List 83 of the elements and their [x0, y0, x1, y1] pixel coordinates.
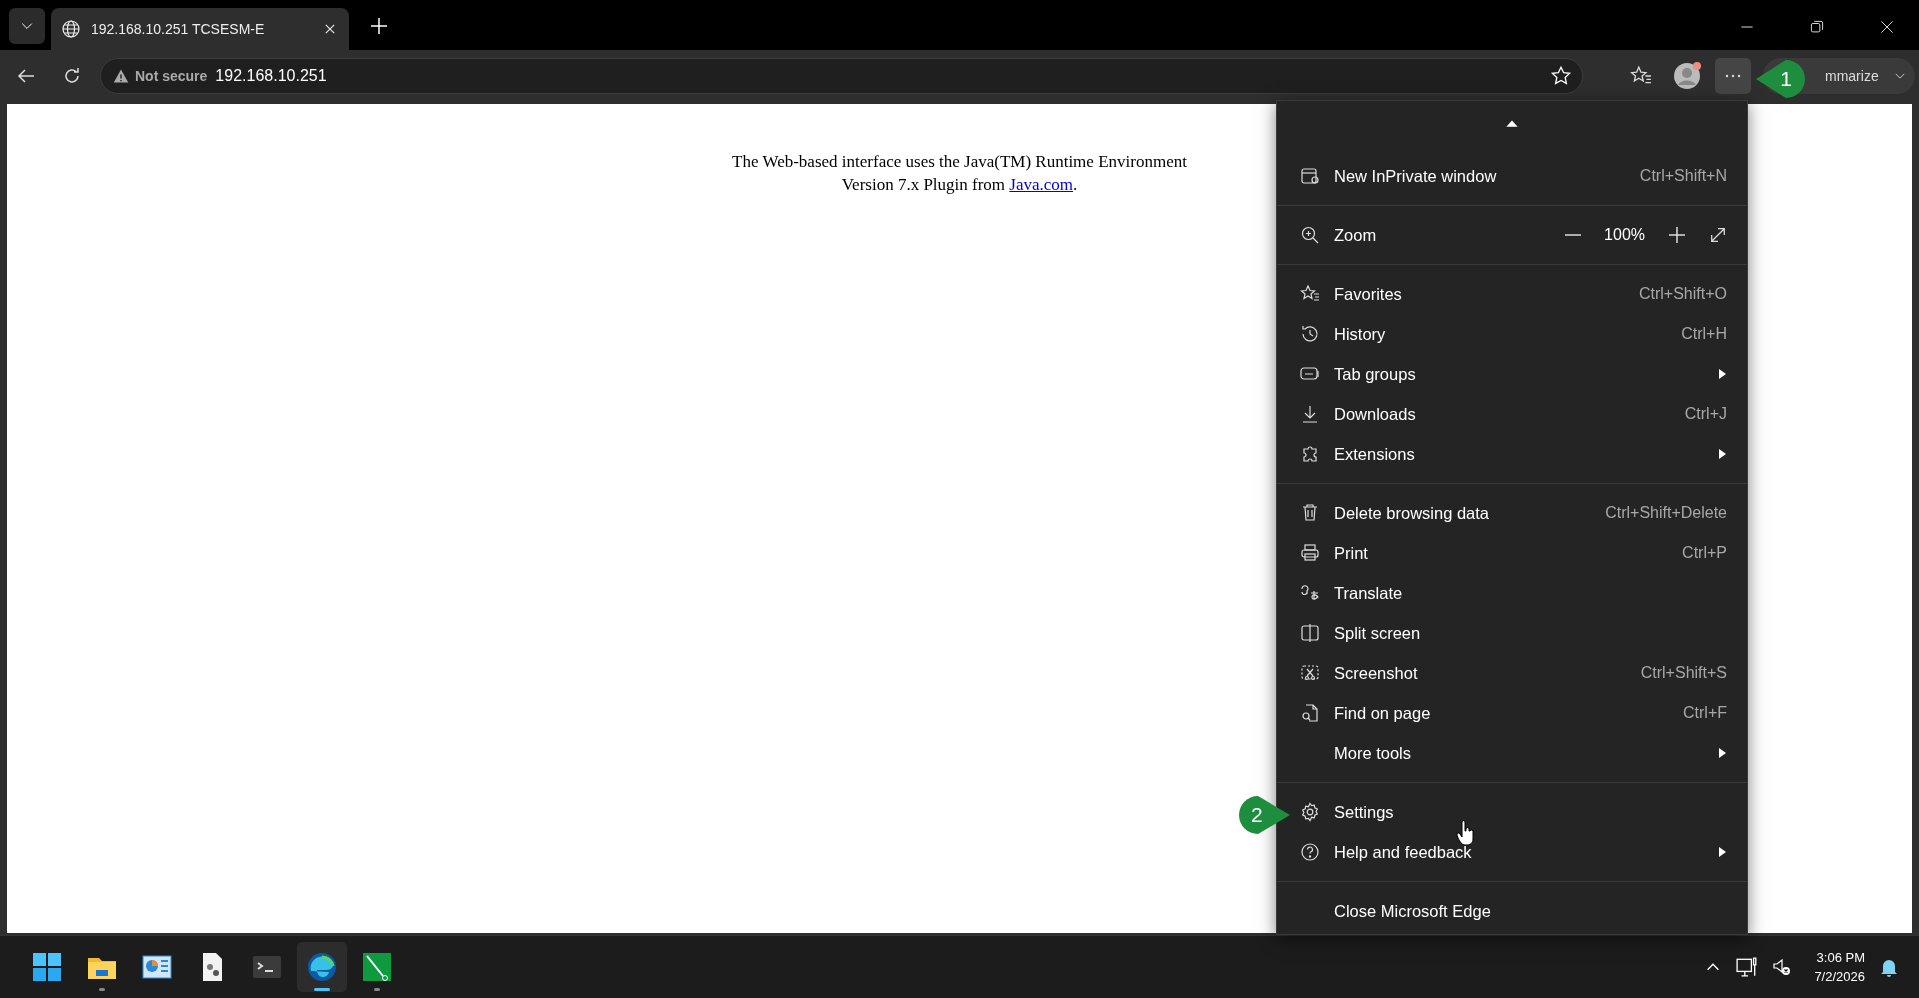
- menu-label: Settings: [1334, 802, 1395, 822]
- find-icon: [1300, 703, 1320, 723]
- menu-item[interactable]: New InPrivate window Ctrl+Shift+N: [1277, 156, 1747, 196]
- clock-time: 3:06 PM: [1816, 949, 1865, 967]
- menu-item[interactable]: Downloads Ctrl+J: [1277, 394, 1747, 434]
- zoom-level: 100%: [1604, 226, 1645, 244]
- close-icon: [1880, 20, 1894, 34]
- menu-label: Downloads: [1334, 404, 1417, 424]
- edge-icon: [306, 951, 338, 983]
- hand-cursor-icon: [1456, 820, 1476, 846]
- trash-icon: [1300, 503, 1320, 523]
- start-icon: [31, 951, 63, 983]
- zoom-in-icon: [1667, 225, 1687, 245]
- shortcut-text: Ctrl+Shift+O: [1638, 285, 1727, 303]
- refresh-icon: [62, 66, 82, 86]
- menu-label: Split screen: [1334, 623, 1422, 643]
- muted-speaker-icon: [1772, 957, 1793, 977]
- menu-item[interactable]: Tab groups: [1277, 354, 1747, 394]
- bell-icon: [1879, 957, 1899, 977]
- shortcut-text: Ctrl+Shift+Delete: [1605, 504, 1727, 522]
- shortcut-text: Ctrl+Shift+S: [1640, 664, 1727, 682]
- avatar-icon: [1672, 61, 1702, 91]
- url-text: 192.168.10.251: [215, 67, 328, 85]
- screwdriver-icon: [361, 951, 393, 983]
- menu-item[interactable]: Delete browsing data Ctrl+Shift+Delete: [1277, 493, 1747, 533]
- menu-label: Zoom: [1334, 225, 1378, 245]
- zoom-icon: [1300, 225, 1320, 245]
- menu-label: Find on page: [1334, 703, 1432, 723]
- menu-label: Tab groups: [1334, 364, 1417, 384]
- favorites-icon: [1300, 284, 1320, 304]
- gear-icon: [1300, 802, 1320, 822]
- menu-label: New InPrivate window: [1334, 166, 1498, 186]
- menu-label: Screenshot: [1334, 663, 1419, 683]
- menu-label: Favorites: [1334, 284, 1403, 304]
- menu-item[interactable]: Translate: [1277, 573, 1747, 613]
- globe-icon: [61, 19, 81, 39]
- star-icon: [1550, 65, 1572, 87]
- menu-label: Print: [1334, 543, 1369, 563]
- menu-label: Delete browsing data: [1334, 503, 1490, 523]
- menu-item[interactable]: Find on page Ctrl+F: [1277, 693, 1747, 733]
- menu-label: Extensions: [1334, 444, 1416, 464]
- restore-icon: [1810, 20, 1824, 34]
- shortcut-text: Ctrl+P: [1682, 544, 1727, 562]
- taskbar-app[interactable]: [297, 942, 347, 992]
- menu-label: Help and feedback: [1334, 842, 1473, 862]
- menu-item[interactable]: Screenshot Ctrl+Shift+S: [1277, 653, 1747, 693]
- shortcut-text: Ctrl+H: [1681, 325, 1727, 343]
- close-icon: [323, 22, 337, 36]
- menu-item[interactable]: Settings: [1277, 792, 1747, 832]
- address-bar[interactable]: Not secure 192.168.10.251: [100, 58, 1583, 94]
- warning-icon: [113, 68, 129, 84]
- more-icon: [1725, 74, 1741, 78]
- menu-item[interactable]: Close Microsoft Edge: [1277, 891, 1747, 931]
- menu-item[interactable]: Print Ctrl+P: [1277, 533, 1747, 573]
- menu-item[interactable]: History Ctrl+H: [1277, 314, 1747, 354]
- menu-item[interactable]: Help and feedback: [1277, 832, 1747, 872]
- puzzle-icon: [1300, 444, 1320, 464]
- menu-label: History: [1334, 324, 1387, 344]
- clock-date: 7/2/2026: [1814, 968, 1865, 986]
- security-label: Not secure: [135, 68, 208, 84]
- help-icon: [1300, 842, 1320, 862]
- menu-label: Translate: [1334, 583, 1404, 603]
- browser-tab[interactable]: 192.168.10.251 TCSESM-E: [51, 8, 349, 50]
- shortcut-text: Ctrl+F: [1683, 704, 1727, 722]
- history-icon: [1300, 324, 1320, 344]
- download-icon: [1300, 404, 1320, 424]
- menu-item[interactable]: Favorites Ctrl+Shift+O: [1277, 274, 1747, 314]
- printer-icon: [1300, 543, 1320, 563]
- shortcut-text: Ctrl+Shift+N: [1639, 167, 1727, 185]
- menu-item[interactable]: More tools: [1277, 733, 1747, 773]
- menu-item[interactable]: Extensions: [1277, 434, 1747, 474]
- new-tab-icon: [369, 16, 389, 36]
- menu-label: More tools: [1334, 743, 1413, 763]
- split-screen-icon: [1300, 623, 1320, 643]
- menu-item[interactable]: Split screen: [1277, 613, 1747, 653]
- private-window-icon: [1300, 166, 1320, 186]
- menu-label: Close Microsoft Edge: [1334, 901, 1492, 921]
- network-icon: [1736, 956, 1759, 978]
- shortcut-text: Ctrl+J: [1684, 405, 1727, 423]
- screenshot-icon: [1300, 663, 1320, 683]
- page-text: The Web-based interface uses the Java(TM) Runtime Environment Version 7.x Plugin from Java.com.: [731, 151, 1188, 196]
- translate-icon: [1300, 583, 1320, 603]
- fullscreen-icon: [1709, 226, 1727, 244]
